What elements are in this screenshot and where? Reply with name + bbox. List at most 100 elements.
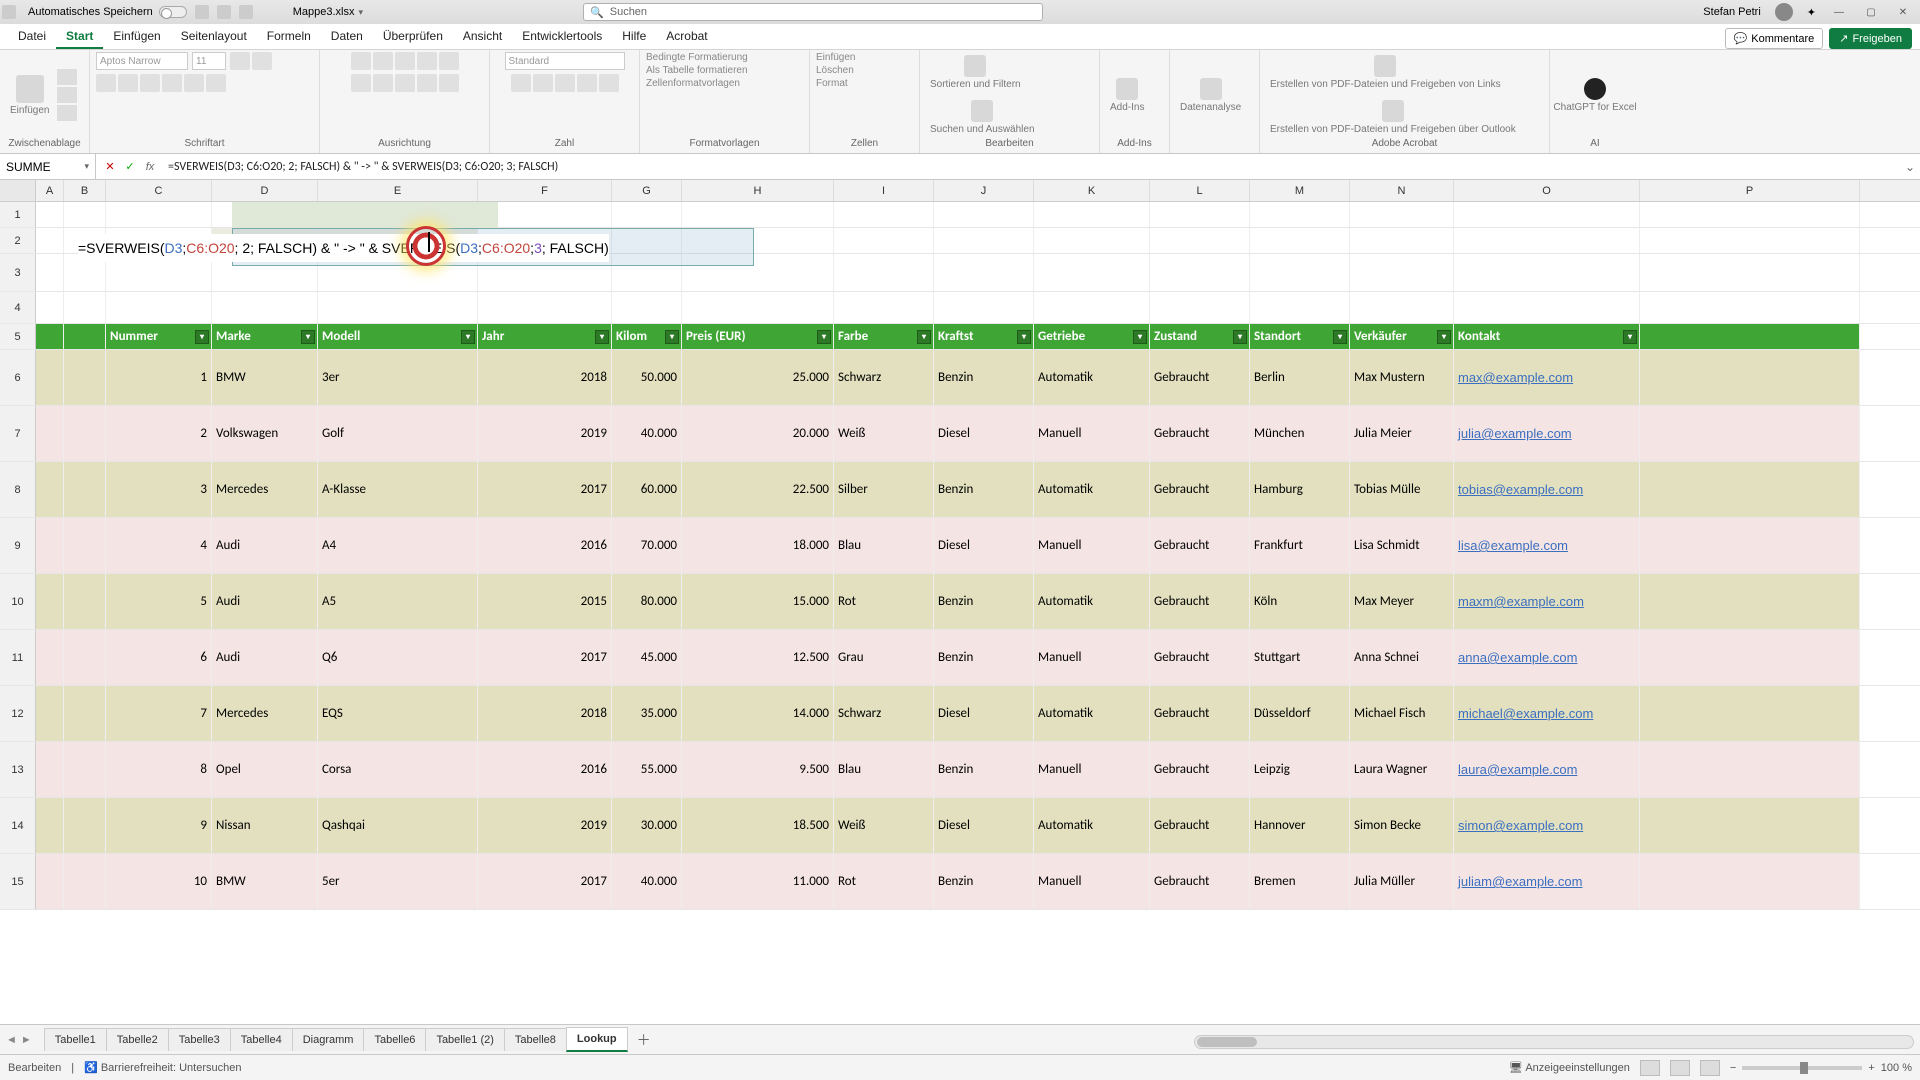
cell[interactable] [478, 292, 612, 323]
cell[interactable]: Rot [834, 854, 934, 909]
cell[interactable]: Laura Wagner [1350, 742, 1454, 797]
cell[interactable]: 12.500 [682, 630, 834, 685]
cell[interactable] [1640, 202, 1860, 227]
cell[interactable]: 2016 [478, 742, 612, 797]
cell[interactable] [64, 202, 106, 227]
cell[interactable]: Corsa [318, 742, 478, 797]
cell[interactable] [934, 228, 1034, 253]
save-icon[interactable] [195, 5, 209, 19]
cell[interactable] [1034, 292, 1150, 323]
cell[interactable]: Manuell [1034, 630, 1150, 685]
ribbon-tab-datei[interactable]: Datei [8, 24, 56, 49]
cell[interactable]: A4 [318, 518, 478, 573]
row-header-3[interactable]: 3 [0, 254, 36, 291]
cell[interactable] [64, 742, 106, 797]
cell[interactable] [1034, 202, 1150, 227]
border-icon[interactable] [162, 74, 182, 92]
cell[interactable]: anna@example.com [1454, 630, 1640, 685]
cell[interactable] [36, 324, 64, 349]
col-header-D[interactable]: D [212, 180, 318, 201]
cell[interactable]: 9 [106, 798, 212, 853]
col-header-L[interactable]: L [1150, 180, 1250, 201]
paste-button[interactable]: Einfügen [6, 73, 53, 118]
cell[interactable]: Benzin [934, 574, 1034, 629]
cell[interactable] [682, 228, 834, 253]
cell[interactable] [1454, 292, 1640, 323]
cell[interactable]: 40.000 [612, 854, 682, 909]
ribbon-tab-hilfe[interactable]: Hilfe [612, 24, 656, 49]
cell[interactable]: 50.000 [612, 350, 682, 405]
cell[interactable]: Gebraucht [1150, 406, 1250, 461]
sort-filter-button[interactable]: Sortieren und Filtern [926, 53, 1025, 92]
cell[interactable]: Automatik [1034, 686, 1150, 741]
cell[interactable]: 70.000 [612, 518, 682, 573]
sheet-nav-prev[interactable]: ◄ [6, 1034, 17, 1046]
cell[interactable] [1640, 686, 1860, 741]
cell[interactable]: Stuttgart [1250, 630, 1350, 685]
cell[interactable]: Hamburg [1250, 462, 1350, 517]
cell[interactable]: 80.000 [612, 574, 682, 629]
col-header-O[interactable]: O [1454, 180, 1640, 201]
cell[interactable] [36, 228, 64, 253]
cancel-icon[interactable]: ✕ [102, 159, 118, 175]
cell[interactable]: Düsseldorf [1250, 686, 1350, 741]
font-size-combo[interactable] [192, 52, 226, 70]
sheet-nav-next[interactable]: ► [21, 1034, 32, 1046]
cell[interactable]: Schwarz [834, 686, 934, 741]
view-break-icon[interactable] [1700, 1060, 1720, 1076]
filter-icon[interactable]: ▾ [1017, 330, 1031, 344]
cell[interactable]: Gebraucht [1150, 518, 1250, 573]
acrobat-link-button[interactable]: Erstellen von PDF-Dateien und Freigeben … [1266, 53, 1505, 92]
cell[interactable]: Gebraucht [1150, 742, 1250, 797]
cell[interactable]: Berlin [1250, 350, 1350, 405]
cell[interactable] [318, 202, 478, 227]
inline-edit-formula[interactable]: =SVERWEIS(D3; C6:O20; 2; FALSCH) & " -> … [78, 234, 609, 262]
table-header-Standort[interactable]: Standort▾ [1250, 324, 1350, 349]
cell[interactable]: michael@example.com [1454, 686, 1640, 741]
col-header-H[interactable]: H [682, 180, 834, 201]
ribbon-tab-überprüfen[interactable]: Überprüfen [373, 24, 453, 49]
search-input[interactable]: 🔍 Suchen [583, 3, 1043, 21]
table-header-Nummer[interactable]: Nummer▾ [106, 324, 212, 349]
table-header-Verkäufer[interactable]: Verkäufer▾ [1350, 324, 1454, 349]
cell[interactable]: 4 [106, 518, 212, 573]
cell[interactable]: Mercedes [212, 686, 318, 741]
cell[interactable] [1640, 324, 1860, 349]
table-header-Kraftst[interactable]: Kraftst▾ [934, 324, 1034, 349]
ribbon-tab-acrobat[interactable]: Acrobat [656, 24, 717, 49]
cell[interactable]: BMW [212, 350, 318, 405]
cell[interactable] [36, 350, 64, 405]
cell[interactable] [934, 292, 1034, 323]
cell[interactable] [318, 292, 478, 323]
cell[interactable] [1640, 854, 1860, 909]
cell[interactable]: Diesel [934, 518, 1034, 573]
row-header-14[interactable]: 14 [0, 798, 36, 853]
cell[interactable] [682, 202, 834, 227]
ribbon-tab-ansicht[interactable]: Ansicht [453, 24, 512, 49]
cell[interactable] [36, 518, 64, 573]
cell[interactable] [1350, 254, 1454, 291]
minimize-button[interactable]: — [1830, 5, 1848, 19]
cell[interactable]: Grau [834, 630, 934, 685]
zoom-slider[interactable]: −+ 100 % [1730, 1062, 1912, 1074]
cell[interactable]: Audi [212, 574, 318, 629]
comments-button[interactable]: 💬Kommentare [1725, 28, 1824, 49]
cell[interactable]: Max Mustern [1350, 350, 1454, 405]
cell[interactable]: Audi [212, 518, 318, 573]
cell[interactable] [934, 202, 1034, 227]
cell[interactable]: Automatik [1034, 350, 1150, 405]
acrobat-outlook-button[interactable]: Erstellen von PDF-Dateien und Freigeben … [1266, 98, 1520, 137]
decrease-font-icon[interactable] [252, 52, 272, 70]
table-header-Preis (EUR)[interactable]: Preis (EUR)▾ [682, 324, 834, 349]
filter-icon[interactable]: ▾ [817, 330, 831, 344]
filter-icon[interactable]: ▾ [595, 330, 609, 344]
table-header-Farbe[interactable]: Farbe▾ [834, 324, 934, 349]
cell[interactable] [478, 202, 612, 227]
coming-soon-icon[interactable]: ✦ [1807, 6, 1816, 19]
filename[interactable]: Mappe3.xlsx▾ [293, 6, 363, 18]
cell[interactable]: Köln [1250, 574, 1350, 629]
autosave-toggle[interactable] [159, 6, 187, 18]
ribbon-tab-entwicklertools[interactable]: Entwicklertools [512, 24, 612, 49]
filter-icon[interactable]: ▾ [461, 330, 475, 344]
cell[interactable]: Golf [318, 406, 478, 461]
